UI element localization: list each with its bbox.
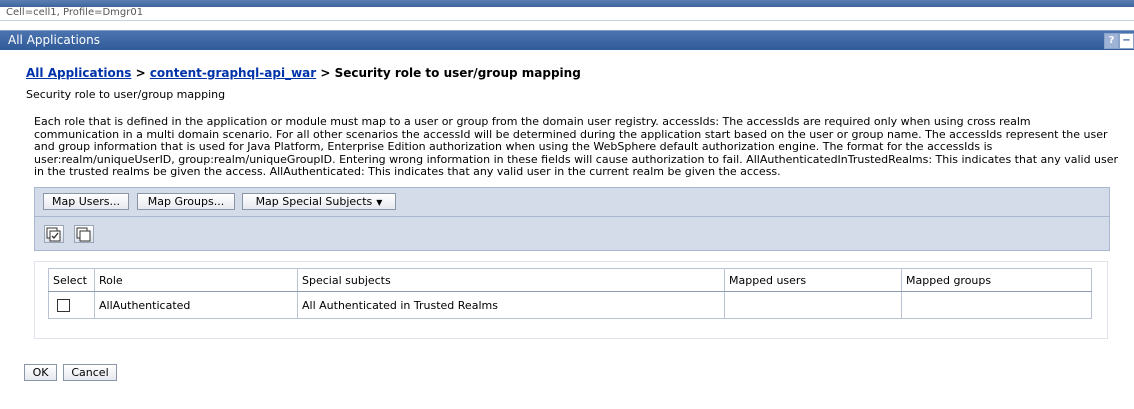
question-mark-icon[interactable]: ?	[1104, 33, 1119, 49]
table-header-row: Select Role Special subjects Mapped user…	[48, 268, 1092, 292]
role-mapping-table-container: Select Role Special subjects Mapped user…	[34, 261, 1108, 339]
breadcrumb-all-applications-link[interactable]: All Applications	[26, 66, 131, 80]
page-description: Each role that is defined in the applica…	[34, 115, 1119, 178]
context-text: Cell=cell1, Profile=Dmgr01	[6, 7, 144, 18]
row-select-checkbox[interactable]	[57, 298, 70, 312]
deselect-all-icon[interactable]	[74, 225, 94, 243]
map-users-button[interactable]: Map Users...	[43, 193, 129, 210]
top-banner	[0, 0, 1134, 7]
ok-button[interactable]: OK	[24, 364, 57, 381]
table-row: AllAuthenticated All Authenticated in Tr…	[48, 291, 1092, 319]
breadcrumb-separator: >	[320, 66, 331, 80]
breadcrumb: All Applications > content-graphql-api_w…	[26, 66, 581, 81]
map-special-subjects-button[interactable]: Map Special Subjects ▼	[242, 193, 396, 210]
action-toolbar: Map Users... Map Groups... Map Special S…	[34, 187, 1110, 217]
breadcrumb-separator: >	[135, 66, 146, 80]
role-cell: AllAuthenticated	[94, 291, 298, 319]
mapped-users-cell	[724, 291, 902, 319]
page-subtitle: Security role to user/group mapping	[26, 88, 226, 101]
cancel-button[interactable]: Cancel	[63, 364, 117, 381]
col-mapped-groups-header: Mapped groups	[901, 268, 1092, 292]
row-select-cell	[48, 291, 95, 319]
special-subjects-cell: All Authenticated in Trusted Realms	[297, 291, 725, 319]
breadcrumb-application-link[interactable]: content-graphql-api_war	[150, 66, 316, 80]
window-titlebar: All Applications ? −	[0, 30, 1134, 50]
col-role-header: Role	[94, 268, 298, 292]
minimize-icon[interactable]: −	[1119, 33, 1134, 49]
map-special-subjects-label: Map Special Subjects	[255, 195, 373, 208]
breadcrumb-current: Security role to user/group mapping	[334, 66, 581, 80]
chevron-down-icon: ▼	[376, 198, 383, 207]
context-bar: Cell=cell1, Profile=Dmgr01	[0, 7, 1134, 21]
map-groups-button[interactable]: Map Groups...	[137, 193, 235, 210]
window-title: All Applications	[8, 33, 100, 47]
col-select-header: Select	[48, 268, 95, 292]
selection-iconbar	[34, 217, 1110, 251]
col-special-subjects-header: Special subjects	[297, 268, 725, 292]
role-mapping-table: Select Role Special subjects Mapped user…	[48, 268, 1092, 319]
mapped-groups-cell	[901, 291, 1092, 319]
col-mapped-users-header: Mapped users	[724, 268, 902, 292]
select-all-icon[interactable]	[44, 225, 64, 243]
